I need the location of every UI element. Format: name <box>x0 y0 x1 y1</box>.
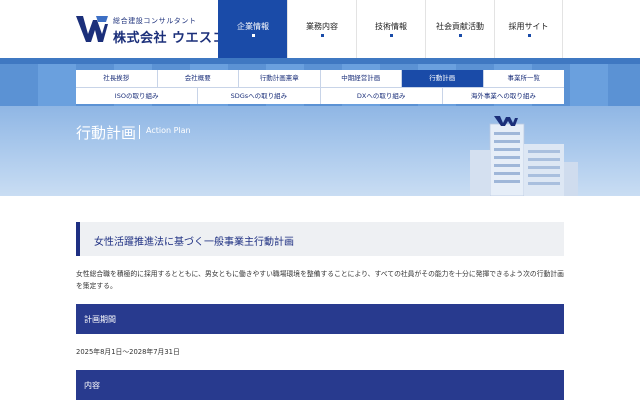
subnav-item-dx[interactable]: DXへの取り組み <box>321 88 443 104</box>
subnav-item-sdgs[interactable]: SDGsへの取り組み <box>198 88 321 104</box>
subnav-row-1: 社長挨拶 会社概要 行動計画憲章 中期経営計画 行動計画 事業所一覧 <box>76 70 564 87</box>
logo-mark-icon <box>76 16 108 42</box>
gnav-bullet-icon <box>390 34 393 37</box>
page-title: 行動計画 <box>76 124 137 142</box>
plan-heading-box: 女性活躍推進法に基づく一般事業主行動計画 <box>76 222 564 256</box>
gnav-item-business[interactable]: 業務内容 <box>287 0 356 58</box>
section-title: 内容 <box>84 381 100 390</box>
subnav-item-iso[interactable]: ISOの取り組み <box>76 88 199 104</box>
section-header-content: 内容 <box>76 370 564 400</box>
subnav-item-offices[interactable]: 事業所一覧 <box>484 70 565 87</box>
gnav-bullet-icon <box>252 34 255 37</box>
page-hero: 行動計画 Action Plan <box>0 106 640 196</box>
gnav-bullet-icon <box>321 34 324 37</box>
plan-heading: 女性活躍推進法に基づく一般事業主行動計画 <box>94 237 294 248</box>
subnav-item-greeting[interactable]: 社長挨拶 <box>76 70 158 87</box>
plan-period-text: 2025年8月1日～2028年7月31日 <box>76 348 180 356</box>
subnav-item-action-plan[interactable]: 行動計画 <box>402 70 484 87</box>
intro-text: 女性総合職を積極的に採用するとともに、男女ともに働きやすい職場環境を整備すること… <box>76 270 564 290</box>
gnav-item-recruit[interactable]: 採用サイト <box>494 0 563 58</box>
gnav-item-technology[interactable]: 技術情報 <box>356 0 425 58</box>
subnav-item-midterm-plan[interactable]: 中期経営計画 <box>321 70 402 87</box>
gnav-label: 企業情報 <box>237 22 269 31</box>
site-header: 総合建設コンサルタント 株式会社 ウエスコ 企業情報 業務内容 技術情報 社会貢… <box>0 0 640 58</box>
sub-nav: 社長挨拶 会社概要 行動計画憲章 中期経営計画 行動計画 事業所一覧 ISOの取… <box>76 70 564 104</box>
section-header-period: 計画期間 <box>76 304 564 334</box>
logo-company-name: 株式会社 ウエスコ <box>113 31 227 46</box>
gnav-label: 業務内容 <box>306 22 338 31</box>
subnav-item-overseas[interactable]: 海外事業への取り組み <box>443 88 564 104</box>
gnav-label: 社会貢献活動 <box>436 22 484 31</box>
logo-tagline: 総合建設コンサルタント <box>113 17 197 25</box>
page-subtitle: Action Plan <box>146 126 191 135</box>
section-title: 計画期間 <box>84 315 116 324</box>
subnav-item-overview[interactable]: 会社概要 <box>158 70 239 87</box>
gnav-label: 採用サイト <box>508 22 549 31</box>
gnav-item-company[interactable]: 企業情報 <box>218 0 287 58</box>
subnav-row-2: ISOの取り組み SDGsへの取り組み DXへの取り組み 海外事業への取り組み <box>76 87 564 104</box>
global-nav: 企業情報 業務内容 技術情報 社会貢献活動 採用サイト <box>218 0 563 58</box>
gnav-label: 技術情報 <box>375 22 407 31</box>
gnav-item-social-contribution[interactable]: 社会貢献活動 <box>425 0 494 58</box>
band-stripe <box>0 58 640 64</box>
office-building-image <box>470 116 578 196</box>
company-logo[interactable]: 総合建設コンサルタント 株式会社 ウエスコ <box>76 14 236 46</box>
subnav-item-charter[interactable]: 行動計画憲章 <box>239 70 321 87</box>
gnav-bullet-icon <box>528 34 531 37</box>
hero-divider <box>139 125 140 139</box>
gnav-bullet-icon <box>459 34 462 37</box>
